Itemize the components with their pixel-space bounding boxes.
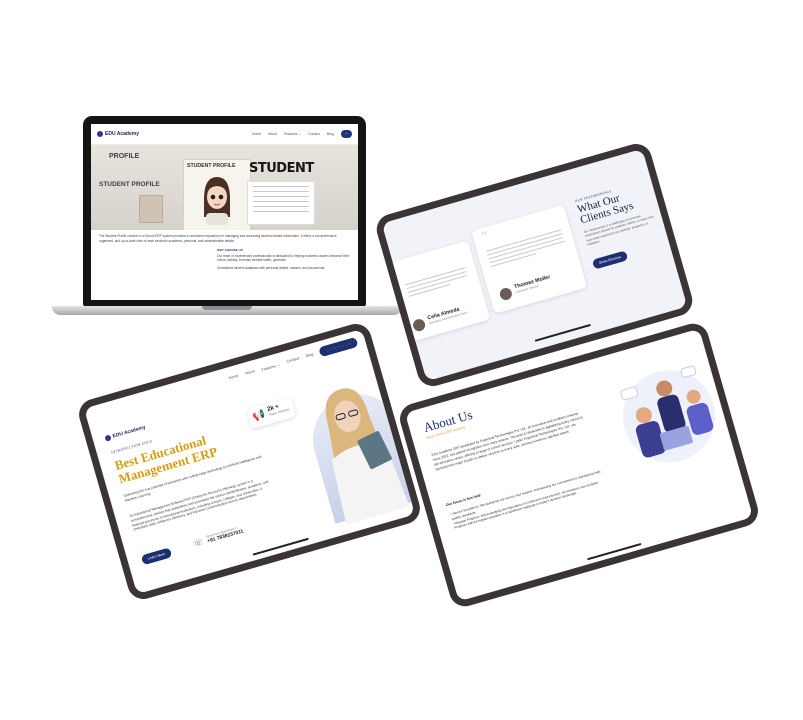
reviewer-avatar (411, 317, 427, 333)
logo-icon (97, 131, 103, 137)
laptop-mockup: EDU Academy Home About Features ⌄ Contac… (52, 116, 402, 322)
laptop-brand: EDU Academy (105, 131, 139, 137)
nav-features[interactable]: Features ⌄ (284, 132, 301, 136)
nav-features[interactable]: Features ⌄ (261, 361, 281, 371)
laptop-body: The Student Profile module in a School E… (91, 230, 358, 275)
home-indicator (252, 537, 309, 556)
testimonial-card[interactable]: “ Thomas Moller Company Director (471, 204, 588, 314)
laptop-lid: EDU Academy Home About Features ⌄ Contac… (83, 116, 366, 306)
hero-profile-card: STUDENT PROFILE (183, 159, 251, 230)
hero-card-title: STUDENT PROFILE (187, 163, 236, 169)
phone-icon: ☏ (192, 536, 205, 548)
reviewer-avatar (498, 286, 514, 302)
nav-blog[interactable]: Blog (327, 132, 334, 136)
stat-card: 📢 2k + Happy Students (246, 397, 297, 430)
tablet-hero-erp: EDU Academy Home About Features ⌄ Contac… (75, 320, 424, 603)
laptop-bullet: Centralized student database with person… (217, 265, 326, 270)
schedule-call-button[interactable]: Schedule a Call (318, 336, 359, 358)
nav-contact[interactable]: Contact (286, 356, 300, 363)
laptop-intro-text: The Student Profile module in a School E… (99, 234, 338, 243)
laptop-hero-image: PROFILE STUDENT PROFILE STUDENT PROFILE … (91, 145, 358, 230)
hero-navbar: Home About Features ⌄ Contact Blog Sched… (227, 336, 359, 383)
hero-student-heading: STUDENT (249, 161, 314, 176)
hero-description-detail: An Educational Management Software ERP (… (128, 478, 269, 532)
laptop-logo[interactable]: EDU Academy (97, 131, 139, 137)
hero-profile-text: PROFILE (109, 153, 140, 160)
student-avatar-illustration (204, 177, 230, 225)
testimonial-card[interactable]: Celia Almeda Secretary Administrative St… (381, 240, 491, 347)
laptop-nav-links: Home About Features ⌄ Contact Blog ··· (252, 130, 352, 138)
home-indicator (534, 323, 591, 342)
laptop-notch (202, 306, 252, 310)
about-points: Service Excellence: We guarantee top ser… (450, 469, 607, 531)
nav-about[interactable]: About (245, 369, 256, 376)
hero-erp-screen: EDU Academy Home About Features ⌄ Contac… (83, 328, 416, 595)
nav-home[interactable]: Home (228, 374, 239, 381)
nav-contact[interactable]: Contact (308, 132, 320, 136)
learn-more-button[interactable]: Learn More (140, 547, 173, 566)
home-indicator (587, 542, 642, 561)
nav-about[interactable]: About (268, 132, 277, 136)
laptop-navbar: EDU Academy Home About Features ⌄ Contac… (91, 124, 358, 145)
team-illustration (620, 365, 716, 463)
contact-phone[interactable]: ☏ Have Any Questions? +91 7838237011 (192, 525, 244, 549)
show-reviews-button[interactable]: Show Reviews (591, 250, 629, 270)
nav-blog[interactable]: Blog (305, 352, 313, 358)
hero-brand: EDU Academy (112, 424, 147, 440)
why-choose-text: Our team of experienced professionals is… (217, 253, 350, 263)
hero-logo[interactable]: EDU Academy (104, 424, 147, 442)
hero-student-profile-text: STUDENT PROFILE (99, 181, 160, 188)
hero-photo-frame (139, 195, 163, 223)
why-choose-label: WHY CHOOSE US (217, 248, 243, 253)
logo-icon (104, 434, 112, 442)
hero-paper-form (247, 181, 315, 225)
nav-cta-button[interactable]: ··· (340, 130, 352, 138)
megaphone-icon: 📢 (251, 409, 267, 424)
testimonials-header: OUR TESTIMONIALS What Our Clients Says O… (574, 179, 666, 271)
nav-home[interactable]: Home (252, 132, 261, 136)
laptop-screen: EDU Academy Home About Features ⌄ Contac… (91, 124, 358, 300)
student-photo (325, 388, 410, 525)
